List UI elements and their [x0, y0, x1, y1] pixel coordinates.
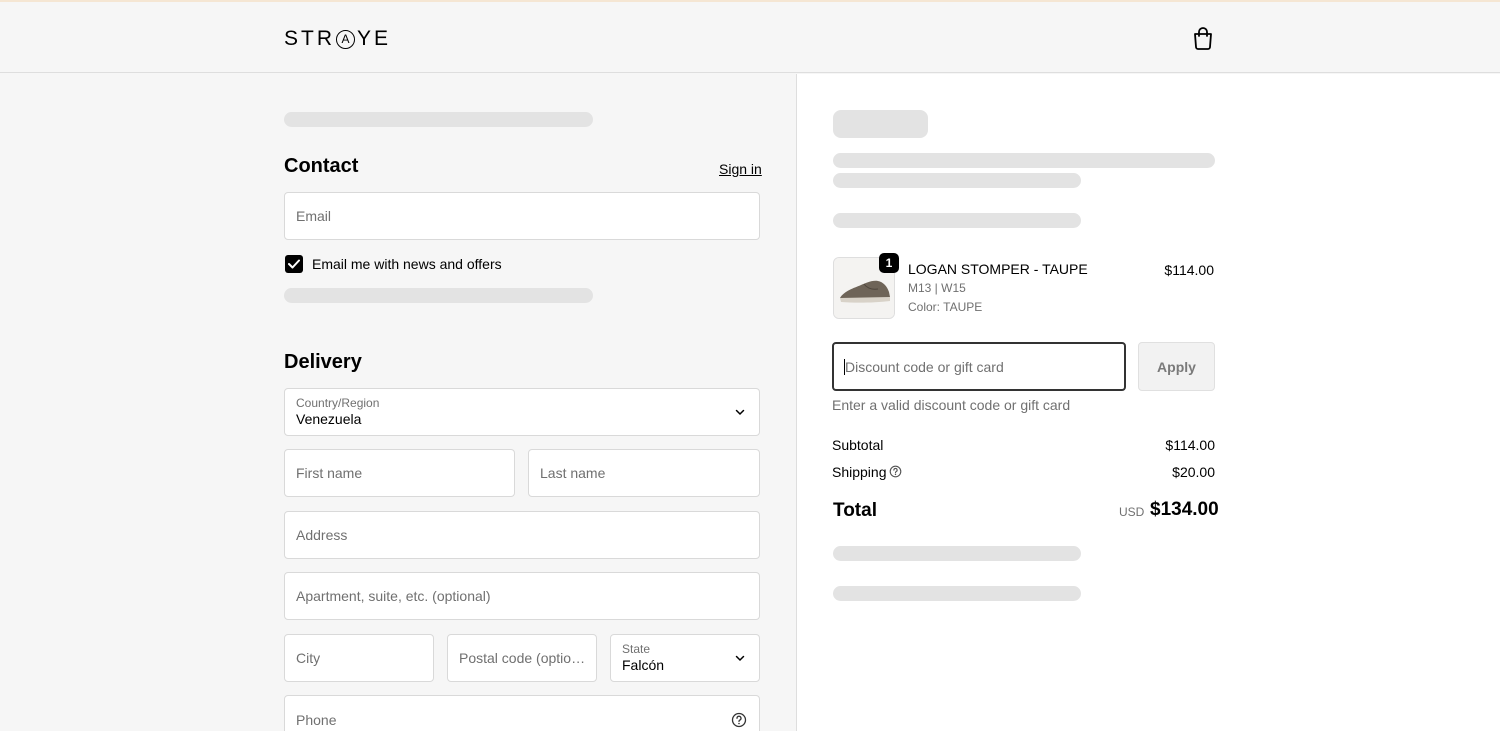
- product-price: $114.00: [1164, 262, 1214, 278]
- apartment-field[interactable]: Apartment, suite, etc. (optional): [284, 572, 760, 620]
- phone-field[interactable]: Phone: [284, 695, 760, 731]
- logo-text-end: YE: [357, 27, 392, 50]
- city-field[interactable]: City: [284, 634, 434, 682]
- phone-placeholder: Phone: [296, 712, 337, 728]
- product-name: LOGAN STOMPER - TAUPE: [908, 261, 1088, 277]
- loading-placeholder: [833, 173, 1081, 188]
- loading-placeholder: [833, 153, 1215, 168]
- delivery-heading: Delivery: [284, 351, 362, 373]
- sign-in-link[interactable]: Sign in: [719, 161, 762, 177]
- loading-placeholder: [833, 546, 1081, 561]
- product-size: M13 | W15: [908, 281, 966, 295]
- city-placeholder: City: [296, 650, 321, 666]
- shipping-label: Shipping: [832, 464, 887, 480]
- apartment-placeholder: Apartment, suite, etc. (optional): [296, 588, 491, 604]
- email-placeholder: Email: [296, 208, 332, 224]
- total-label: Total: [833, 500, 877, 521]
- header: STR A YE: [0, 2, 1500, 73]
- quantity-badge: 1: [879, 253, 899, 273]
- subtotal-value: $114.00: [1165, 437, 1215, 453]
- store-logo[interactable]: STR A YE: [284, 27, 391, 51]
- help-icon[interactable]: [889, 465, 902, 478]
- first-name-field[interactable]: First name: [284, 449, 515, 497]
- newsletter-checkbox[interactable]: [285, 255, 303, 273]
- logo-circled-letter: A: [336, 29, 355, 49]
- first-name-placeholder: First name: [296, 465, 363, 481]
- product-color: Color: TAUPE: [908, 300, 983, 314]
- country-label: Country/Region: [296, 396, 380, 410]
- contact-heading: Contact: [284, 155, 359, 177]
- address-placeholder: Address: [296, 527, 348, 543]
- logo-text-start: STR: [284, 27, 335, 50]
- discount-code-input[interactable]: Discount code or gift card: [832, 342, 1126, 391]
- shopping-bag-icon[interactable]: [1192, 26, 1214, 50]
- total-currency: USD: [1119, 505, 1145, 519]
- chevron-down-icon: [735, 655, 745, 662]
- postal-code-placeholder: Postal code (option…: [459, 650, 587, 666]
- loading-placeholder: [833, 586, 1081, 601]
- help-icon[interactable]: [731, 712, 747, 728]
- country-select[interactable]: Country/Region Venezuela: [284, 388, 760, 436]
- loading-placeholder: [833, 213, 1081, 228]
- state-value: Falcón: [622, 657, 665, 673]
- chevron-down-icon: [735, 409, 745, 416]
- country-value: Venezuela: [296, 411, 362, 427]
- postal-code-field[interactable]: Postal code (option…: [447, 634, 597, 682]
- shipping-value: $20.00: [1172, 464, 1215, 480]
- loading-placeholder: [833, 110, 928, 138]
- state-select[interactable]: State Falcón: [610, 634, 760, 682]
- apply-discount-button[interactable]: Apply: [1138, 342, 1215, 391]
- loading-placeholder: [284, 288, 593, 303]
- state-label: State: [622, 642, 651, 656]
- discount-placeholder: Discount code or gift card: [845, 358, 1004, 375]
- express-checkout-placeholder: [284, 112, 593, 127]
- total-value: $134.00: [1150, 499, 1219, 520]
- last-name-field[interactable]: Last name: [528, 449, 760, 497]
- last-name-placeholder: Last name: [540, 465, 606, 481]
- email-field[interactable]: Email: [284, 192, 760, 240]
- newsletter-label: Email me with news and offers: [312, 256, 502, 272]
- subtotal-label: Subtotal: [832, 437, 884, 453]
- checkmark-icon: [288, 259, 300, 269]
- address-field[interactable]: Address: [284, 511, 760, 559]
- discount-error-message: Enter a valid discount code or gift card: [832, 397, 1071, 413]
